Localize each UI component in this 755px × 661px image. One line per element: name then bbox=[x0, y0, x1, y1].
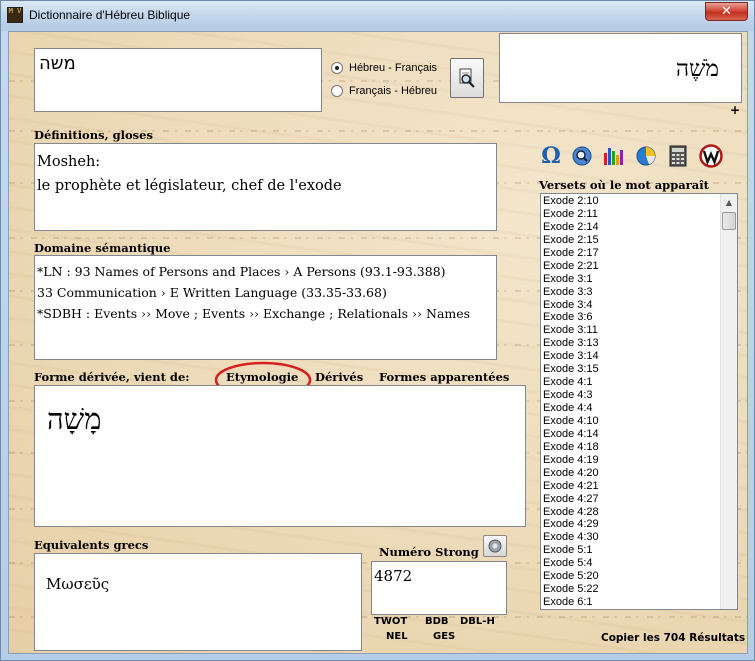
verses-list-items: Exode 2:10 Exode 2:11 Exode 2:14 Exode 2:15… bbox=[541, 194, 721, 609]
title-bar[interactable]: M V Dictionnaire d'Hébreu Biblique ✕ bbox=[1, 1, 754, 31]
link-twot[interactable]: TWOT bbox=[374, 616, 407, 627]
expand-plus[interactable]: + bbox=[730, 103, 740, 117]
derived-form-box[interactable]: מָשָׁה bbox=[34, 385, 526, 527]
distribution-button[interactable] bbox=[634, 144, 658, 168]
verse-list-item[interactable]: Exode 4:28 bbox=[543, 506, 721, 519]
semantic-domain-label: Domaine sémantique bbox=[34, 241, 171, 255]
verse-list-item[interactable]: Exode 4:18 bbox=[543, 441, 721, 454]
verse-list-item[interactable]: Exode 2:10 bbox=[543, 195, 721, 208]
preview-word: מֹשֶׁה bbox=[675, 56, 719, 82]
pie-chart-icon bbox=[636, 146, 656, 166]
verse-list-item[interactable]: Exode 2:17 bbox=[543, 247, 721, 260]
omega-button[interactable]: Ω bbox=[539, 143, 563, 169]
definition-line: le prophète et législateur, chef de l'ex… bbox=[37, 178, 342, 194]
verse-list-item[interactable]: Exode 2:15 bbox=[543, 234, 721, 247]
search-button[interactable] bbox=[450, 58, 484, 98]
verse-list-item[interactable]: Exode 3:11 bbox=[543, 324, 721, 337]
verses-scrollbar[interactable]: ▲ bbox=[720, 194, 737, 609]
verses-label: Versets où le mot apparaît bbox=[539, 178, 709, 192]
calculator-button[interactable] bbox=[666, 144, 690, 168]
semantic-domain-box[interactable]: *LN : 93 Names of Persons and Places › A… bbox=[34, 255, 497, 360]
verse-list-item[interactable]: Exode 3:13 bbox=[543, 337, 721, 350]
verse-list-item[interactable]: Exode 3:4 bbox=[543, 299, 721, 312]
verse-list-item[interactable]: Exode 5:1 bbox=[543, 544, 721, 557]
app-logo-icon: M V bbox=[7, 7, 23, 23]
radio-button-checked[interactable] bbox=[331, 62, 343, 74]
radio-hebrew-french[interactable]: Hébreu - Français bbox=[331, 62, 437, 74]
bar-chart-icon bbox=[604, 148, 623, 165]
verse-list-item[interactable]: Exode 4:19 bbox=[543, 454, 721, 467]
strong-number-box[interactable]: 4872 bbox=[371, 561, 507, 615]
radio-button[interactable] bbox=[331, 85, 343, 97]
link-bdb[interactable]: BDB bbox=[425, 616, 449, 627]
search-input[interactable]: משה bbox=[34, 48, 322, 112]
radio-label: Français - Hébreu bbox=[349, 85, 438, 97]
verse-list-item[interactable]: Exode 4:29 bbox=[543, 518, 721, 531]
link-ges[interactable]: GES bbox=[433, 631, 455, 642]
search-input-value: משה bbox=[39, 53, 76, 74]
definitions-box[interactable]: Mosheh: le prophète et législateur, chef… bbox=[34, 143, 497, 231]
greek-equivalents-box[interactable]: Μωσεῦς bbox=[34, 553, 362, 651]
verse-list-item[interactable]: Exode 4:30 bbox=[543, 531, 721, 544]
window-title: Dictionnaire d'Hébreu Biblique bbox=[29, 8, 191, 22]
verse-list-item[interactable]: Exode 5:20 bbox=[543, 570, 721, 583]
copy-results-button[interactable]: Copier les 704 Résultats bbox=[601, 632, 745, 644]
close-button[interactable]: ✕ bbox=[705, 2, 748, 21]
radio-label: Hébreu - Français bbox=[349, 62, 438, 74]
verse-list-item[interactable]: Exode 4:10 bbox=[543, 415, 721, 428]
radio-french-hebrew[interactable]: Français - Hébreu bbox=[331, 85, 437, 97]
verse-list-item[interactable]: Exode 2:14 bbox=[543, 221, 721, 234]
verse-list-item[interactable]: Exode 3:6 bbox=[543, 311, 721, 324]
link-dbl-h[interactable]: DBL-H bbox=[460, 616, 495, 627]
verse-list-item[interactable]: Exode 5:22 bbox=[543, 583, 721, 596]
verse-list-item[interactable]: Exode 4:4 bbox=[543, 402, 721, 415]
verse-list-item[interactable]: Exode 3:3 bbox=[543, 286, 721, 299]
statistics-button[interactable] bbox=[601, 144, 625, 168]
verses-list[interactable]: Exode 2:10 Exode 2:11 Exode 2:14 Exode 2:15… bbox=[540, 193, 738, 610]
tab-derives[interactable]: Dérivés bbox=[315, 370, 363, 384]
verse-list-item[interactable]: Exode 4:20 bbox=[543, 467, 721, 480]
speaker-icon bbox=[488, 539, 502, 553]
main-panel: משה Hébreu - Français Français - Hébreu … bbox=[8, 31, 748, 654]
verse-list-item[interactable]: Exode 4:1 bbox=[543, 376, 721, 389]
magnifier-document-icon bbox=[459, 68, 475, 88]
derived-form-label: Forme dérivée, vient de: bbox=[34, 370, 190, 384]
verse-list-item[interactable]: Exode 4:27 bbox=[543, 493, 721, 506]
app-window: M V Dictionnaire d'Hébreu Biblique ✕ משה… bbox=[0, 0, 755, 661]
audio-button[interactable] bbox=[483, 535, 507, 557]
verse-list-item[interactable]: Exode 6:1 bbox=[543, 596, 721, 609]
verse-list-item[interactable]: Exode 5:4 bbox=[543, 557, 721, 570]
semantic-domain-line: *SDBH : Events ›› Move ; Events ›› Excha… bbox=[37, 306, 471, 321]
semantic-domain-line: *LN : 93 Names of Persons and Places › A… bbox=[37, 264, 446, 279]
verse-list-item[interactable]: Exode 4:3 bbox=[543, 389, 721, 402]
omega-icon: Ω bbox=[541, 143, 561, 169]
verse-list-item[interactable]: Exode 3:15 bbox=[543, 363, 721, 376]
strong-number-value: 4872 bbox=[374, 567, 413, 585]
verse-list-item[interactable]: Exode 4:14 bbox=[543, 428, 721, 441]
semantic-domain-line: 33 Communication › E Written Language (3… bbox=[37, 285, 387, 300]
greek-value: Μωσεῦς bbox=[46, 575, 110, 593]
verse-list-item[interactable]: Exode 2:11 bbox=[543, 208, 721, 221]
calculator-icon bbox=[669, 145, 687, 167]
w-logo-icon bbox=[699, 144, 723, 168]
link-nel[interactable]: NEL bbox=[386, 631, 408, 642]
verse-list-item[interactable]: Exode 2:21 bbox=[543, 260, 721, 273]
scroll-thumb[interactable] bbox=[722, 212, 736, 230]
definitions-label: Définitions, gloses bbox=[34, 128, 153, 142]
scroll-up-arrow-icon[interactable]: ▲ bbox=[721, 194, 737, 211]
verse-list-item[interactable]: Exode 3:14 bbox=[543, 350, 721, 363]
word-preview-box: מֹשֶׁה bbox=[499, 33, 742, 103]
greek-equivalents-label: Equivalents grecs bbox=[34, 538, 149, 552]
definition-line: Mosheh: bbox=[37, 154, 101, 170]
strong-number-label: Numéro Strong bbox=[379, 545, 479, 559]
search-globe-button[interactable] bbox=[570, 144, 594, 168]
verse-list-item[interactable]: Exode 3:1 bbox=[543, 273, 721, 286]
derived-word: מָשָׁה bbox=[47, 402, 102, 436]
verse-list-item[interactable]: Exode 4:21 bbox=[543, 480, 721, 493]
w-logo-button[interactable] bbox=[699, 144, 723, 168]
search-globe-icon bbox=[572, 146, 592, 166]
tab-formes-apparentees[interactable]: Formes apparentées bbox=[379, 370, 509, 384]
